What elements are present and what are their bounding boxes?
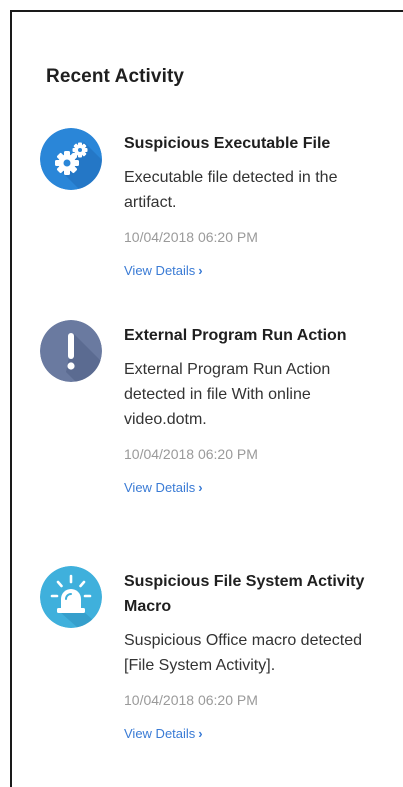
activity-title: Suspicious Executable File: [124, 135, 331, 152]
view-details-label: View Details: [124, 726, 196, 741]
panel-title: Recent Activity: [46, 66, 185, 87]
chevron-right-icon: ›: [198, 263, 203, 278]
exclamation-icon: [40, 320, 102, 382]
activity-title: Suspicious File System Activity Macro: [124, 573, 365, 615]
activity-timestamp: 10/04/2018 06:20 PM: [124, 692, 258, 708]
activity-content: Suspicious Executable File Executable fi…: [124, 128, 369, 280]
view-details-label: View Details: [124, 263, 196, 278]
activity-content: Suspicious File System Activity Macro Su…: [124, 566, 369, 743]
view-details-label: View Details: [124, 480, 196, 495]
activity-title: External Program Run Action: [124, 327, 347, 344]
activity-description: Executable file detected in the artifact…: [124, 169, 338, 211]
view-details-link[interactable]: View Details ›: [124, 726, 203, 742]
view-details-link[interactable]: View Details ›: [124, 263, 203, 279]
activity-timestamp: 10/04/2018 06:20 PM: [124, 229, 258, 245]
alarm-light-icon: [40, 566, 102, 628]
activity-content: External Program Run Action External Pro…: [124, 320, 369, 497]
activity-description: Suspicious Office macro detected [File S…: [124, 632, 363, 674]
view-details-link[interactable]: View Details ›: [124, 480, 203, 496]
activity-description: External Program Run Action detected in …: [124, 361, 331, 428]
gears-icon: [40, 128, 102, 190]
chevron-right-icon: ›: [198, 480, 203, 495]
activity-timestamp: 10/04/2018 06:20 PM: [124, 446, 258, 462]
chevron-right-icon: ›: [198, 726, 203, 741]
